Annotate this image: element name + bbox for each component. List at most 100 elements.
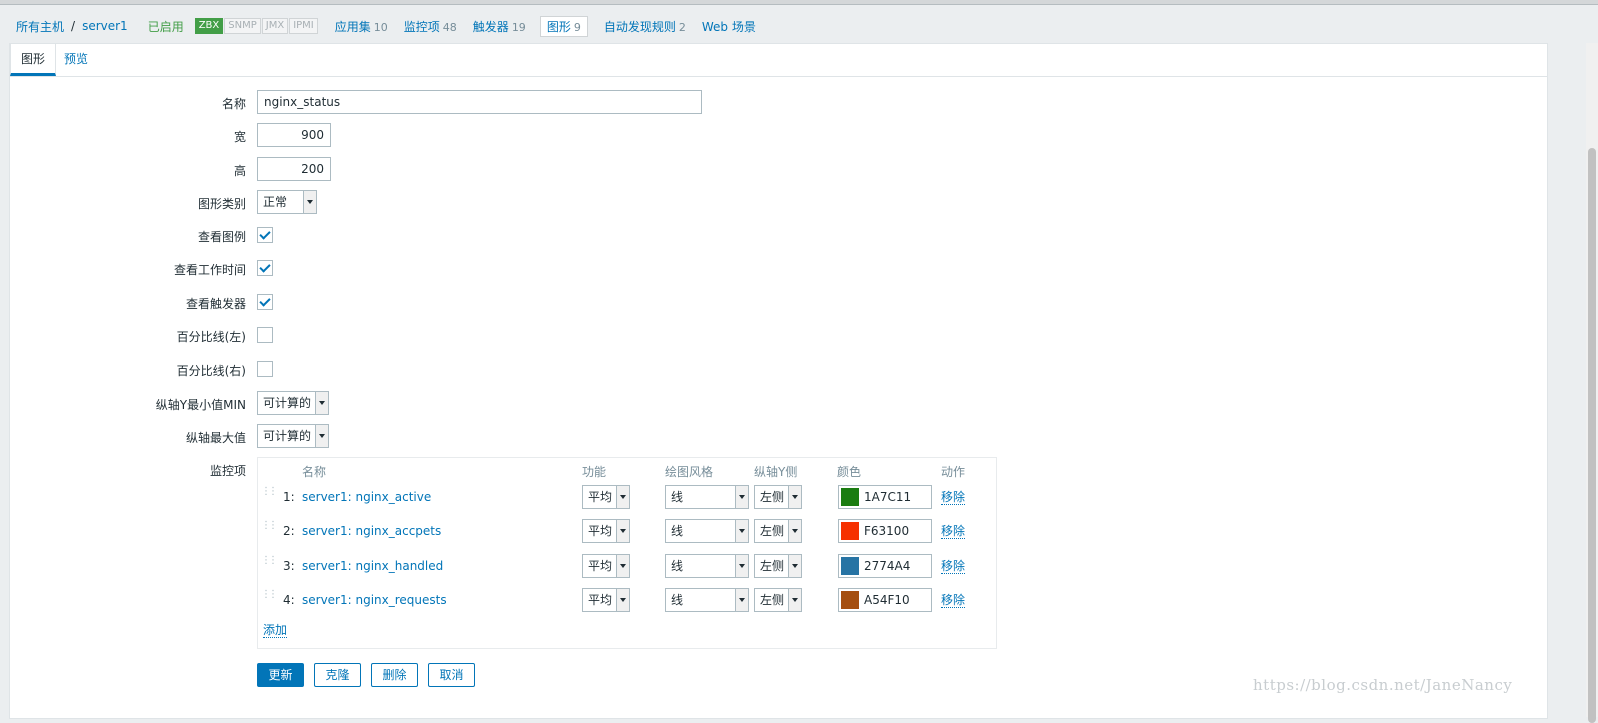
- drag-handle-icon[interactable]: [261, 486, 275, 503]
- col-y-side-header: 纵轴Y侧: [754, 465, 798, 479]
- ymax-select[interactable]: 可计算的: [257, 424, 329, 448]
- color-swatch[interactable]: [841, 522, 859, 540]
- vertical-scrollbar[interactable]: [1586, 43, 1598, 723]
- item-function-value: 平均: [588, 593, 613, 607]
- chevron-down-icon: [616, 520, 629, 542]
- show-legend-label: 查看图例: [197, 230, 246, 244]
- drag-handle-icon[interactable]: [261, 555, 275, 572]
- scrollbar-thumb[interactable]: [1588, 148, 1596, 723]
- host-status[interactable]: 已启用: [148, 18, 184, 35]
- item-row-name[interactable]: server1: nginx_accpets: [302, 524, 441, 538]
- cancel-button[interactable]: 取消: [428, 663, 475, 687]
- item-draw-style-value: 线: [671, 593, 684, 607]
- nav-triggers[interactable]: 触发器 19: [473, 18, 526, 35]
- item-row-name[interactable]: server1: nginx_requests: [302, 593, 447, 607]
- percentile-right-label: 百分比线(右): [176, 364, 246, 378]
- item-function-select[interactable]: 平均: [582, 519, 630, 543]
- item-y-side-value: 左侧: [760, 593, 785, 607]
- nav-items-label[interactable]: 监控项: [404, 20, 440, 34]
- item-row-name[interactable]: server1: nginx_active: [302, 490, 431, 504]
- nav-graphs-label[interactable]: 图形: [547, 20, 571, 34]
- graph-type-select[interactable]: 正常: [257, 190, 317, 214]
- remove-item-button[interactable]: 移除: [941, 559, 966, 574]
- item-draw-style-select[interactable]: 线: [665, 554, 749, 578]
- item-color-picker[interactable]: A54F10: [838, 588, 932, 612]
- item-function-value: 平均: [588, 559, 613, 573]
- drag-handle-icon[interactable]: [261, 520, 275, 537]
- nav-triggers-count: 19: [511, 20, 526, 34]
- item-draw-style-select[interactable]: 线: [665, 588, 749, 612]
- item-function-select[interactable]: 平均: [582, 588, 630, 612]
- nav-graphs-count: 9: [573, 20, 581, 34]
- item-color-picker[interactable]: F63100: [838, 519, 932, 543]
- availability-badges: ZBX SNMP JMX IPMI: [194, 18, 319, 34]
- chevron-down-icon: [315, 392, 328, 414]
- nav-discovery-label[interactable]: 自动发现规则: [604, 20, 676, 34]
- item-y-side-value: 左侧: [760, 524, 785, 538]
- item-color-picker[interactable]: 1A7C11: [838, 485, 932, 509]
- color-swatch[interactable]: [841, 591, 859, 609]
- tab-preview[interactable]: 预览: [54, 44, 98, 75]
- color-swatch[interactable]: [841, 488, 859, 506]
- percentile-left-checkbox[interactable]: [257, 327, 273, 343]
- remove-item-button[interactable]: 移除: [941, 593, 966, 608]
- nav-web-scenarios[interactable]: Web 场景: [702, 18, 756, 35]
- item-y-side-select[interactable]: 左侧: [754, 588, 802, 612]
- item-function-select[interactable]: 平均: [582, 485, 630, 509]
- item-draw-style-value: 线: [671, 490, 684, 504]
- remove-item-button[interactable]: 移除: [941, 524, 966, 539]
- nav-applications-label[interactable]: 应用集: [335, 20, 371, 34]
- height-input[interactable]: [257, 157, 331, 181]
- chevron-down-icon: [616, 486, 629, 508]
- item-draw-style-select[interactable]: 线: [665, 519, 749, 543]
- drag-handle-icon[interactable]: [261, 589, 275, 606]
- item-function-select[interactable]: 平均: [582, 554, 630, 578]
- name-label: 名称: [221, 97, 246, 111]
- ymax-label: 纵轴最大值: [185, 431, 246, 445]
- nav-discovery-rules[interactable]: 自动发现规则 2: [604, 18, 686, 35]
- breadcrumb-separator: /: [71, 19, 76, 33]
- percentile-right-checkbox[interactable]: [257, 361, 273, 377]
- item-color-picker[interactable]: 2774A4: [838, 554, 932, 578]
- nav-triggers-label[interactable]: 触发器: [473, 20, 509, 34]
- item-draw-style-value: 线: [671, 524, 684, 538]
- item-function-value: 平均: [588, 490, 613, 504]
- form-tabs: 图形 预览: [10, 44, 1547, 77]
- color-hex-value[interactable]: 2774A4: [864, 555, 910, 577]
- chevron-down-icon: [735, 486, 748, 508]
- ymin-select[interactable]: 可计算的: [257, 391, 329, 415]
- breadcrumb-host[interactable]: server1: [82, 19, 128, 33]
- color-hex-value[interactable]: 1A7C11: [864, 486, 911, 508]
- item-y-side-value: 左侧: [760, 490, 785, 504]
- percentile-left-label: 百分比线(左): [176, 330, 246, 344]
- show-worktime-checkbox[interactable]: [257, 260, 273, 276]
- item-y-side-select[interactable]: 左侧: [754, 485, 802, 509]
- nav-applications[interactable]: 应用集 10: [335, 18, 388, 35]
- nav-graphs[interactable]: 图形 9: [539, 15, 588, 37]
- item-y-side-select[interactable]: 左侧: [754, 519, 802, 543]
- show-legend-checkbox[interactable]: [257, 227, 273, 243]
- remove-item-button[interactable]: 移除: [941, 490, 966, 505]
- width-input[interactable]: [257, 123, 331, 147]
- item-draw-style-select[interactable]: 线: [665, 485, 749, 509]
- breadcrumb-all-hosts[interactable]: 所有主机: [16, 18, 64, 35]
- item-y-side-select[interactable]: 左侧: [754, 554, 802, 578]
- tab-graph[interactable]: 图形: [10, 44, 57, 76]
- nav-web-label[interactable]: Web 场景: [702, 20, 756, 34]
- add-item-link[interactable]: 添加: [263, 623, 288, 638]
- delete-button[interactable]: 删除: [371, 663, 418, 687]
- color-swatch[interactable]: [841, 557, 859, 575]
- item-draw-style-value: 线: [671, 559, 684, 573]
- nav-discovery-count: 2: [678, 20, 686, 34]
- item-row-name[interactable]: server1: nginx_handled: [302, 559, 443, 573]
- show-triggers-checkbox[interactable]: [257, 294, 273, 310]
- nav-items[interactable]: 监控项 48: [404, 18, 457, 35]
- snmp-badge: SNMP: [224, 18, 261, 34]
- color-hex-value[interactable]: F63100: [864, 520, 909, 542]
- name-input[interactable]: [257, 90, 702, 114]
- clone-button[interactable]: 克隆: [314, 663, 361, 687]
- width-label: 宽: [233, 130, 246, 144]
- color-hex-value[interactable]: A54F10: [864, 589, 910, 611]
- update-button[interactable]: 更新: [257, 663, 304, 687]
- chevron-down-icon: [315, 425, 328, 447]
